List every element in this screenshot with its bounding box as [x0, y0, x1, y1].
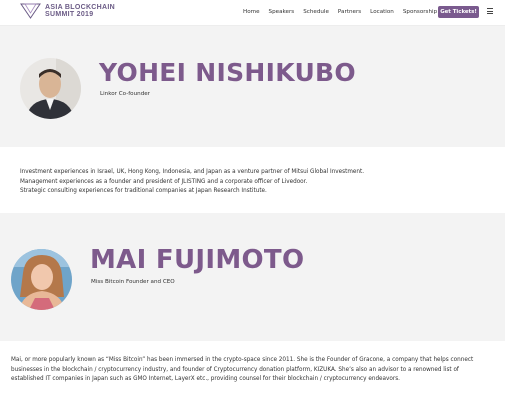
- nav-partners[interactable]: Partners: [338, 9, 361, 15]
- speaker-photo: [11, 249, 72, 310]
- logo-mark-icon: [20, 3, 41, 19]
- nav-schedule[interactable]: Schedule: [303, 9, 329, 15]
- nav-location[interactable]: Location: [370, 9, 394, 15]
- get-tickets-button[interactable]: Get Tickets!: [438, 6, 479, 18]
- logo-subtitle: SUMMIT 2019: [45, 11, 94, 18]
- speaker-hero: MAI FUJIMOTO Miss Bitcoin Founder and CE…: [0, 213, 505, 341]
- person-photo-icon: [20, 58, 81, 119]
- bio-line: businesses in the blockchain / cryptocur…: [11, 366, 459, 373]
- logo-title: ASIA BLOCKCHAIN: [45, 3, 115, 11]
- speaker-name: MAI FUJIMOTO: [90, 245, 305, 275]
- main-nav: Home Speakers Schedule Partners Location…: [243, 9, 446, 15]
- speaker-role: Linkor Co-founder: [100, 91, 150, 97]
- bio-line: Mai, or more popularly known as “Miss Bi…: [11, 357, 474, 363]
- speaker-hero: YOHEI NISHIKUBO Linkor Co-founder: [0, 27, 505, 147]
- speaker-bio: Investment experiences in Israel, UK, Ho…: [0, 147, 505, 213]
- speaker-bio: Mai, or more popularly known as “Miss Bi…: [0, 341, 505, 400]
- bio-line: established IT companies in Japan such a…: [11, 376, 400, 382]
- hamburger-icon[interactable]: [487, 8, 493, 14]
- site-header: ASIA BLOCKCHAIN SUMMIT 2019 Home Speaker…: [0, 0, 505, 26]
- speaker-name: YOHEI NISHIKUBO: [99, 58, 356, 87]
- bio-line: Management experiences as a founder and …: [20, 178, 308, 185]
- site-logo[interactable]: ASIA BLOCKCHAIN SUMMIT 2019: [20, 3, 115, 19]
- bio-line: Investment experiences in Israel, UK, Ho…: [20, 169, 365, 175]
- person-photo-icon: [11, 249, 72, 310]
- nav-speakers[interactable]: Speakers: [269, 9, 295, 15]
- nav-sponsorship[interactable]: Sponsorship: [403, 9, 437, 15]
- nav-home[interactable]: Home: [243, 9, 260, 15]
- speaker-photo: [20, 58, 81, 119]
- speaker-role: Miss Bitcoin Founder and CEO: [91, 279, 175, 285]
- bio-line: Strategic consulting experiences for tra…: [20, 188, 267, 194]
